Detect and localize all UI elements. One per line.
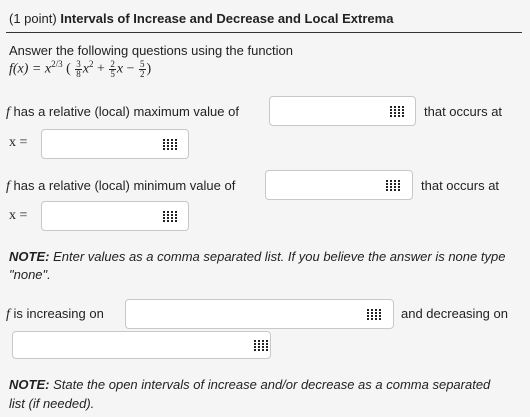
plus-sign: +	[97, 61, 105, 77]
keyboard-icon[interactable]	[163, 138, 177, 150]
min-question: f has a relative (local) minimum value o…	[6, 178, 235, 195]
function-exponent: 2/3	[51, 59, 63, 69]
function-lhs: f(x) = x	[9, 61, 52, 77]
max-occurs-label: that occurs at	[424, 104, 503, 119]
term-1-exp: 2	[89, 59, 94, 69]
note-text: Enter values as a comma separated list. …	[9, 249, 506, 282]
decreasing-label: and decreasing on	[401, 306, 508, 321]
problem-title: (1 point) Intervals of Increase and Decr…	[9, 11, 393, 26]
frac-3: 52	[139, 59, 146, 79]
term-2: x	[116, 61, 124, 77]
frac-3-den: 2	[140, 68, 145, 79]
max-x-label: x =	[9, 135, 28, 150]
keyboard-icon[interactable]	[254, 339, 268, 351]
keyboard-icon[interactable]	[390, 105, 404, 117]
f-symbol: f	[6, 307, 10, 322]
frac-2-den: 5	[110, 68, 115, 79]
keyboard-icon[interactable]	[163, 210, 177, 222]
frac-2: 25	[109, 59, 116, 79]
min-label: has a relative (local) minimum value of	[13, 178, 236, 193]
increasing-label: is increasing on	[13, 306, 104, 321]
function-definition: f(x) = x2/3 ( 3 8 x2 + 25x − 5 2)	[9, 59, 151, 79]
max-question: f has a relative (local) maximum value o…	[6, 104, 239, 121]
note-bold: NOTE:	[9, 249, 50, 264]
min-occurs-label: that occurs at	[421, 178, 500, 193]
note-text: State the open intervals of increase and…	[9, 377, 491, 411]
increasing-question: f is increasing on	[6, 306, 104, 323]
minus-sign: −	[126, 61, 135, 77]
title-text: Intervals of Increase and Decrease and L…	[60, 11, 394, 26]
paren-close: )	[146, 61, 152, 77]
f-symbol: f	[6, 179, 10, 194]
f-symbol: f	[6, 105, 10, 120]
frac-1: 38	[75, 59, 82, 79]
max-label: has a relative (local) maximum value of	[13, 104, 239, 119]
keyboard-icon[interactable]	[386, 179, 400, 191]
increasing-input[interactable]	[125, 299, 394, 329]
intro-text: Answer the following questions using the…	[9, 43, 294, 58]
note-bold: NOTE:	[9, 377, 50, 392]
note-values: NOTE: Enter values as a comma separated …	[9, 248, 519, 284]
problem-header: (1 point) Intervals of Increase and Decr…	[0, 0, 530, 34]
keyboard-icon[interactable]	[367, 308, 381, 320]
min-x-label: x =	[9, 208, 28, 223]
frac-1-den: 8	[76, 68, 81, 79]
decreasing-input[interactable]	[12, 331, 271, 359]
header-divider	[6, 32, 522, 33]
paren-open: (	[66, 61, 71, 77]
points-label: (1 point)	[9, 11, 57, 26]
note-intervals: NOTE: State the open intervals of increa…	[9, 375, 509, 413]
